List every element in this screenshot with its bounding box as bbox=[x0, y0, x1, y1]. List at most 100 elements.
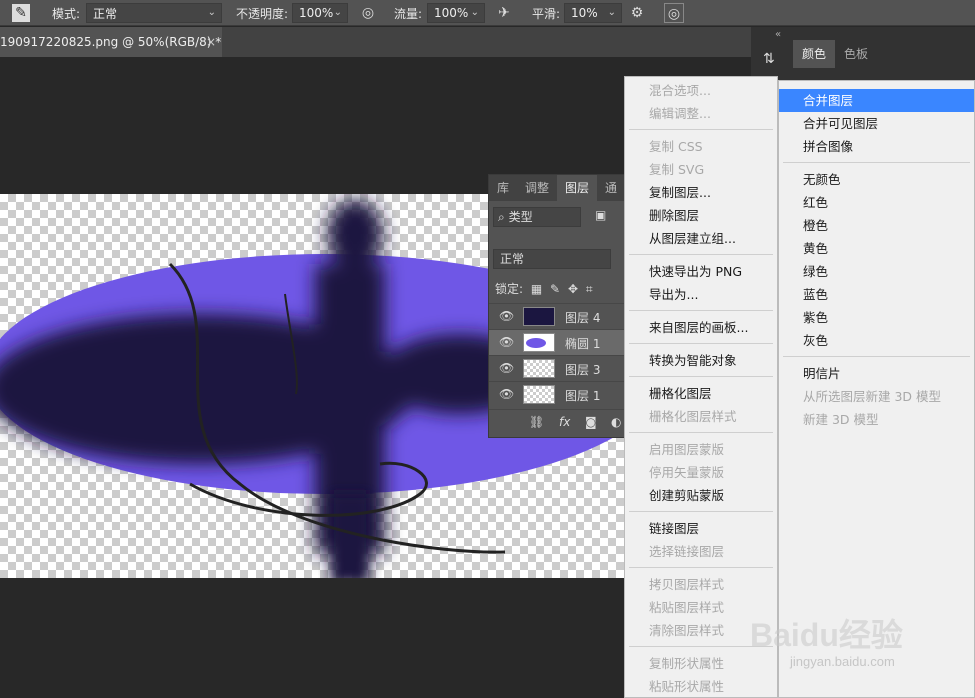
menu-item[interactable]: 红色 bbox=[779, 191, 974, 214]
flow-label: 流量: bbox=[394, 7, 423, 21]
menu-item[interactable]: 创建剪贴蒙版 bbox=[625, 484, 777, 507]
chevron-down-icon[interactable]: ⌄ bbox=[334, 7, 342, 18]
menu-item[interactable]: 紫色 bbox=[779, 306, 974, 329]
tab-layers[interactable]: 图层 bbox=[557, 175, 598, 201]
mode-select[interactable]: 正常 ⌄ bbox=[86, 3, 222, 23]
menu-item: 复制 CSS bbox=[649, 139, 703, 154]
menu-item[interactable]: 链接图层 bbox=[625, 517, 777, 540]
opacity-label: 不透明度: bbox=[236, 7, 289, 21]
chevron-down-icon[interactable]: ⌄ bbox=[608, 7, 616, 18]
menu-item: 新建 3D 模型 bbox=[803, 412, 879, 427]
context-menu: 混合选项... 编辑调整... 复制 CSS 复制 SVG 复制图层... 删除图层 从图层… bbox=[624, 76, 778, 698]
layer-filter-select[interactable]: ⌕ 类型 bbox=[493, 207, 581, 227]
gear-icon[interactable]: ⚙ bbox=[627, 3, 647, 23]
layer-row[interactable]: 👁 图层 3 bbox=[489, 355, 629, 381]
menu-item[interactable]: 从图层建立组... bbox=[625, 227, 777, 250]
menu-separator bbox=[629, 432, 773, 433]
menu-item: 启用图层蒙版 bbox=[649, 442, 725, 457]
close-icon[interactable]: × bbox=[206, 27, 216, 57]
history-icon[interactable]: ⇅ bbox=[763, 51, 775, 67]
layer-filter-value: 类型 bbox=[508, 210, 533, 224]
tab-color[interactable]: 颜色 bbox=[793, 40, 835, 68]
document-tab[interactable]: 190917220825.png @ 50%(RGB/8) * × bbox=[0, 27, 222, 57]
adjustment-icon[interactable]: ◐ bbox=[611, 415, 621, 429]
eye-icon[interactable]: 👁 bbox=[499, 309, 514, 323]
menu-item[interactable]: 明信片 bbox=[779, 362, 974, 385]
menu-item[interactable]: 蓝色 bbox=[779, 283, 974, 306]
menu-item[interactable]: 快速导出为 PNG bbox=[625, 260, 777, 283]
menu-separator bbox=[783, 356, 970, 357]
lock-row: 锁定: ▦ ✎ ✥ ⌗ bbox=[495, 279, 625, 299]
menu-separator bbox=[629, 567, 773, 568]
menu-item[interactable]: 栅格化图层 bbox=[625, 382, 777, 405]
menu-item[interactable]: 删除图层 bbox=[625, 204, 777, 227]
flow-input[interactable]: 100% ⌄ bbox=[427, 3, 485, 23]
pressure-size-icon[interactable]: ◎ bbox=[664, 3, 684, 23]
eye-icon[interactable]: 👁 bbox=[499, 387, 514, 401]
menu-separator bbox=[629, 511, 773, 512]
eye-icon[interactable]: 👁 bbox=[499, 335, 514, 349]
smoothing-label: 平滑: bbox=[532, 7, 561, 21]
smoothing-input[interactable]: 10% ⌄ bbox=[564, 3, 622, 23]
menu-item[interactable]: 合并图层 bbox=[779, 89, 974, 112]
menu-item: 复制 SVG bbox=[649, 162, 705, 177]
menu-item: 粘贴形状属性 bbox=[649, 679, 725, 694]
menu-item[interactable]: 复制图层... bbox=[625, 181, 777, 204]
tab-swatches[interactable]: 色板 bbox=[835, 40, 877, 68]
menu-item: 拷贝图层样式 bbox=[649, 577, 725, 592]
flow-value: 100% bbox=[434, 6, 469, 20]
opacity-input[interactable]: 100% ⌄ bbox=[292, 3, 348, 23]
mask-icon[interactable]: ◙ bbox=[585, 415, 597, 429]
pressure-opacity-icon[interactable]: ◎ bbox=[358, 3, 378, 23]
dark-shadow-shape bbox=[0, 199, 540, 554]
chevron-down-icon[interactable]: ⌄ bbox=[471, 7, 479, 18]
menu-item[interactable]: 无颜色 bbox=[779, 168, 974, 191]
menu-separator bbox=[629, 646, 773, 647]
layer-row[interactable]: 👁 图层 4 bbox=[489, 303, 629, 329]
eye-icon[interactable]: 👁 bbox=[499, 361, 514, 375]
layer-name: 图层 1 bbox=[565, 389, 601, 403]
layer-row[interactable]: 👁 椭圆 1 bbox=[489, 329, 629, 355]
lock-artboard-icon[interactable]: ⌗ bbox=[586, 282, 593, 296]
brush-preset-icon[interactable]: ✎ bbox=[12, 4, 30, 22]
menu-item[interactable]: 拼合图像 bbox=[779, 135, 974, 158]
menu-item: 混合选项... bbox=[649, 83, 711, 98]
menu-item[interactable]: 来自图层的画板... bbox=[625, 316, 777, 339]
search-icon: ⌕ bbox=[498, 210, 505, 224]
menu-item[interactable]: 黄色 bbox=[779, 237, 974, 260]
document-title: 190917220825.png @ 50%(RGB/8) * bbox=[0, 35, 222, 49]
layer-thumbnail bbox=[523, 385, 555, 404]
blend-mode-value: 正常 bbox=[500, 252, 525, 266]
blend-mode-select[interactable]: 正常 bbox=[493, 249, 611, 269]
collapse-icon[interactable]: « bbox=[775, 29, 781, 40]
menu-item[interactable]: 导出为... bbox=[625, 283, 777, 306]
menu-item[interactable]: 绿色 bbox=[779, 260, 974, 283]
smoothing-value: 10% bbox=[571, 6, 598, 20]
menu-separator bbox=[629, 310, 773, 311]
menu-item[interactable]: 合并可见图层 bbox=[779, 112, 974, 135]
menu-item[interactable]: 橙色 bbox=[779, 214, 974, 237]
tab-adjustments[interactable]: 调整 bbox=[517, 175, 557, 201]
context-menu-right: 合并图层 合并可见图层 拼合图像无颜色 红色 橙色 黄色 绿色 蓝色 紫色 灰色明信片从所选图层新… bbox=[778, 80, 975, 698]
layer-name: 椭圆 1 bbox=[565, 337, 601, 351]
tab-channels[interactable]: 通 bbox=[597, 175, 625, 201]
opacity-value: 100% bbox=[299, 6, 334, 20]
link-icon[interactable]: ⛓ bbox=[529, 415, 544, 429]
airbrush-icon[interactable]: ✈ bbox=[494, 3, 514, 23]
lock-move-icon[interactable]: ✥ bbox=[568, 282, 578, 296]
menu-item[interactable]: 灰色 bbox=[779, 329, 974, 352]
layer-row[interactable]: 👁 图层 1 bbox=[489, 381, 629, 407]
menu-separator bbox=[629, 129, 773, 130]
lock-transparent-icon[interactable]: ▦ bbox=[531, 282, 542, 296]
menu-item[interactable]: 转换为智能对象 bbox=[625, 349, 777, 372]
lock-paint-icon[interactable]: ✎ bbox=[550, 282, 560, 296]
menu-item: 复制形状属性 bbox=[649, 656, 725, 671]
lock-label: 锁定: bbox=[495, 282, 524, 296]
image-filter-icon[interactable]: ▣ bbox=[595, 208, 606, 222]
menu-item: 从所选图层新建 3D 模型 bbox=[803, 389, 942, 404]
menu-separator bbox=[629, 254, 773, 255]
layer-name: 图层 4 bbox=[565, 311, 601, 325]
tab-libraries[interactable]: 库 bbox=[489, 175, 517, 201]
layers-footer: ⛓ fx ◙ ◐ bbox=[489, 409, 629, 435]
fx-icon[interactable]: fx bbox=[559, 415, 570, 429]
